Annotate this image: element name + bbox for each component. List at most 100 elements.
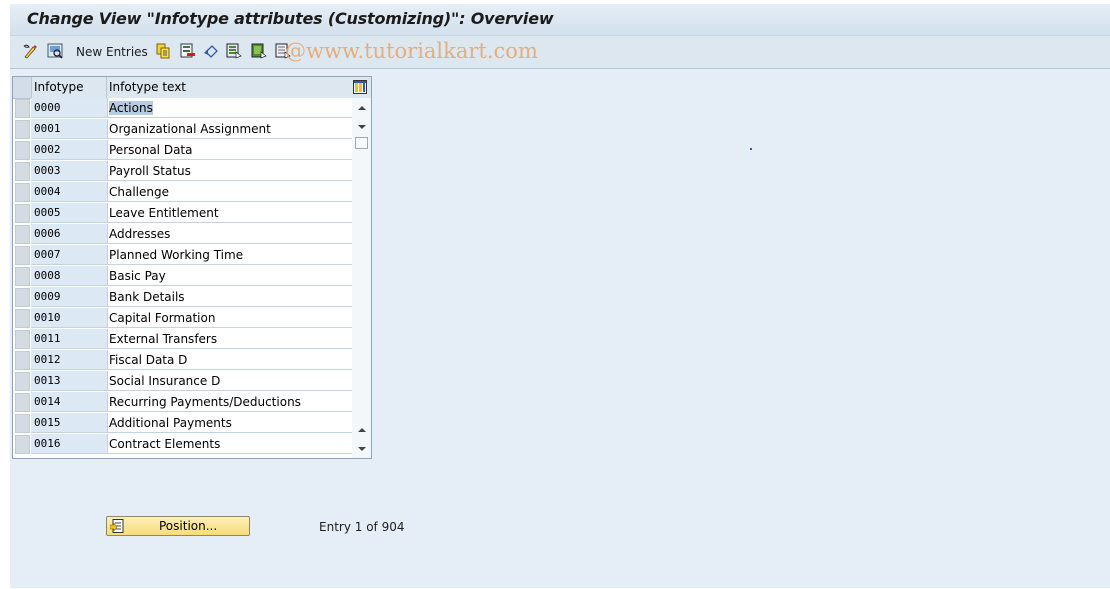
copy-as-icon[interactable]: [155, 43, 171, 59]
row-selector[interactable]: [15, 393, 30, 412]
cell-infotype-text[interactable]: Actions: [107, 98, 352, 118]
table-row[interactable]: 0005 Leave Entitlement: [13, 203, 352, 224]
cell-infotype-text[interactable]: Basic Pay: [107, 266, 352, 286]
cell-infotype-text[interactable]: Personal Data: [107, 140, 352, 160]
cell-infotype-text[interactable]: Additional Payments: [107, 413, 352, 433]
table-row[interactable]: 0013 Social Insurance D: [13, 371, 352, 392]
select-block-icon[interactable]: [251, 43, 267, 59]
cell-text-value: Contract Elements: [109, 437, 221, 451]
table-row[interactable]: 0012 Fiscal Data D: [13, 350, 352, 371]
cell-text-value: Addresses: [109, 227, 171, 241]
cell-infotype: 0004: [31, 182, 107, 202]
row-selector[interactable]: [15, 120, 30, 139]
cell-infotype-text[interactable]: External Transfers: [107, 329, 352, 349]
select-all-icon[interactable]: [47, 43, 63, 59]
row-selector[interactable]: [15, 225, 30, 244]
cell-text-value: Organizational Assignment: [109, 122, 271, 136]
row-selector[interactable]: [15, 351, 30, 370]
table-row[interactable]: 0016 Contract Elements: [13, 434, 352, 455]
table-row[interactable]: 0011 External Transfers: [13, 329, 352, 350]
cell-infotype-text[interactable]: Addresses: [107, 224, 352, 244]
cell-infotype: 0013: [31, 371, 107, 391]
row-selector[interactable]: [15, 309, 30, 328]
delete-icon[interactable]: [180, 43, 196, 59]
row-selector[interactable]: [15, 204, 30, 223]
cell-infotype-text[interactable]: Recurring Payments/Deductions: [107, 392, 352, 412]
cell-text-value: Recurring Payments/Deductions: [109, 395, 301, 409]
cell-infotype: 0010: [31, 308, 107, 328]
cell-infotype-text[interactable]: Bank Details: [107, 287, 352, 307]
cell-text-value: Capital Formation: [109, 311, 216, 325]
table-row[interactable]: 0002 Personal Data: [13, 140, 352, 161]
row-selector[interactable]: [15, 246, 30, 265]
table-row[interactable]: 0007 Planned Working Time: [13, 245, 352, 266]
scrollbar-thumb[interactable]: [355, 137, 368, 149]
cell-infotype-text[interactable]: Fiscal Data D: [107, 350, 352, 370]
table-row[interactable]: 0014 Recurring Payments/Deductions: [13, 392, 352, 413]
table-row[interactable]: 0015 Additional Payments: [13, 413, 352, 434]
table-row[interactable]: 0000 Actions: [13, 98, 352, 119]
cell-infotype-text[interactable]: Leave Entitlement: [107, 203, 352, 223]
row-selector[interactable]: [15, 330, 30, 349]
table-row[interactable]: 0009 Bank Details: [13, 287, 352, 308]
cell-infotype-text[interactable]: Social Insurance D: [107, 371, 352, 391]
title-bar: Change View "Infotype attributes (Custom…: [10, 4, 1110, 36]
cell-text-value: Basic Pay: [109, 269, 166, 283]
position-button-label: Position...: [159, 519, 218, 533]
cell-infotype: 0007: [31, 245, 107, 265]
row-selector[interactable]: [15, 141, 30, 160]
table-row[interactable]: 0008 Basic Pay: [13, 266, 352, 287]
new-entries-button[interactable]: New Entries: [76, 45, 148, 59]
table-settings-icon[interactable]: [353, 80, 367, 94]
cell-text-value: Personal Data: [109, 143, 193, 157]
cell-infotype-text[interactable]: Payroll Status: [107, 161, 352, 181]
entry-count: Entry 1 of 904: [319, 520, 405, 534]
row-selector[interactable]: [15, 414, 30, 433]
row-selector[interactable]: [15, 288, 30, 307]
page-up-icon[interactable]: [355, 423, 369, 437]
row-selector[interactable]: [15, 267, 30, 286]
cell-infotype: 0003: [31, 161, 107, 181]
page-down-icon[interactable]: [355, 442, 369, 456]
table-header: Infotype Infotype text: [13, 77, 371, 99]
select-all-rows-icon[interactable]: [226, 43, 242, 59]
table-row[interactable]: 0003 Payroll Status: [13, 161, 352, 182]
table-row[interactable]: 0004 Challenge: [13, 182, 352, 203]
column-divider[interactable]: [106, 77, 107, 98]
cell-infotype: 0006: [31, 224, 107, 244]
undo-change-icon[interactable]: [203, 43, 219, 59]
vertical-scrollbar[interactable]: [352, 98, 371, 458]
cell-text-value: Social Insurance D: [109, 374, 221, 388]
display-change-icon[interactable]: [23, 43, 39, 59]
sap-screen: Change View "Infotype attributes (Custom…: [10, 4, 1110, 588]
cell-infotype: 0005: [31, 203, 107, 223]
cell-infotype: 0009: [31, 287, 107, 307]
table-row[interactable]: 0001 Organizational Assignment: [13, 119, 352, 140]
scroll-up-icon[interactable]: [355, 101, 369, 115]
application-toolbar: New Entries @www.tutorialkart.com: [10, 36, 1110, 69]
row-selector[interactable]: [15, 183, 30, 202]
scroll-down-icon[interactable]: [355, 120, 369, 134]
row-selector[interactable]: [15, 372, 30, 391]
cursor-dot: [750, 148, 752, 150]
cell-infotype-text[interactable]: Organizational Assignment: [107, 119, 352, 139]
position-button[interactable]: Position...: [106, 516, 250, 536]
table-row[interactable]: 0006 Addresses: [13, 224, 352, 245]
column-header-infotype[interactable]: Infotype: [34, 80, 84, 94]
cell-infotype-text[interactable]: Contract Elements: [107, 434, 352, 454]
row-selector[interactable]: [15, 162, 30, 181]
cell-infotype: 0000: [31, 98, 107, 118]
cell-text-value: Fiscal Data D: [109, 353, 188, 367]
cell-text-value: Leave Entitlement: [109, 206, 219, 220]
select-all-rows-button[interactable]: [13, 77, 32, 98]
row-selector[interactable]: [15, 435, 30, 454]
cell-infotype-text[interactable]: Planned Working Time: [107, 245, 352, 265]
cell-infotype-text[interactable]: Capital Formation: [107, 308, 352, 328]
table-row[interactable]: 0010 Capital Formation: [13, 308, 352, 329]
column-header-infotype-text[interactable]: Infotype text: [109, 80, 186, 94]
position-icon: [110, 519, 124, 533]
cell-infotype-text[interactable]: Challenge: [107, 182, 352, 202]
row-selector[interactable]: [15, 99, 30, 118]
cell-infotype: 0016: [31, 434, 107, 454]
cell-text-value: Bank Details: [109, 290, 185, 304]
